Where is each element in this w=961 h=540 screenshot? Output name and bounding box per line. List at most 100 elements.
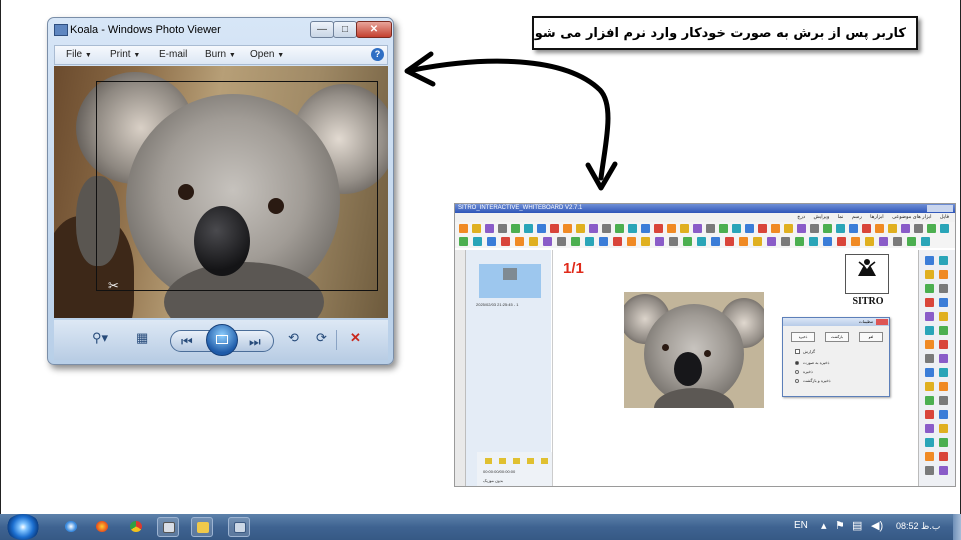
palette-tool-icon[interactable] bbox=[939, 396, 948, 405]
toolbar-tool-icon[interactable] bbox=[865, 237, 874, 246]
explorer-icon[interactable] bbox=[191, 517, 213, 537]
menu-item[interactable]: نما bbox=[838, 214, 844, 220]
option-radio[interactable] bbox=[795, 370, 799, 374]
palette-tool-icon[interactable] bbox=[939, 270, 948, 279]
menu-item[interactable]: ابزار های موضوعی bbox=[892, 214, 931, 220]
dialog-checkbox[interactable] bbox=[795, 349, 800, 354]
palette-tool-icon[interactable] bbox=[939, 284, 948, 293]
menu-item[interactable]: ویرایش bbox=[814, 214, 830, 220]
toolbar-tool-icon[interactable] bbox=[809, 237, 818, 246]
toolbar-tool-icon[interactable] bbox=[836, 224, 845, 233]
delete-icon[interactable]: ✕ bbox=[350, 330, 361, 346]
palette-tool-icon[interactable] bbox=[939, 382, 948, 391]
palette-tool-icon[interactable] bbox=[925, 396, 934, 405]
nav-next-icon[interactable] bbox=[527, 458, 534, 464]
flag-icon[interactable]: ⚑ bbox=[835, 519, 845, 532]
dialog-button[interactable]: بازگشت bbox=[825, 332, 849, 342]
palette-tool-icon[interactable] bbox=[925, 284, 934, 293]
toolbar-tool-icon[interactable] bbox=[697, 237, 706, 246]
palette-tool-icon[interactable] bbox=[925, 340, 934, 349]
toolbar-tool-icon[interactable] bbox=[602, 224, 611, 233]
maximize-button[interactable]: □ bbox=[333, 21, 357, 38]
toolbar-tool-icon[interactable] bbox=[797, 224, 806, 233]
toolbar-tool-icon[interactable] bbox=[615, 224, 624, 233]
menu-item[interactable]: رسم bbox=[852, 214, 862, 220]
toolbar-tool-icon[interactable] bbox=[498, 224, 507, 233]
nav-stop-icon[interactable] bbox=[513, 458, 520, 464]
palette-tool-icon[interactable] bbox=[925, 312, 934, 321]
palette-tool-icon[interactable] bbox=[925, 326, 934, 335]
previous-icon[interactable]: ⏮ bbox=[181, 334, 193, 350]
option-radio[interactable] bbox=[795, 361, 799, 365]
palette-tool-icon[interactable] bbox=[939, 326, 948, 335]
palette-tool-icon[interactable] bbox=[939, 368, 948, 377]
whiteboard-canvas[interactable]: 1/1 SITRO تنظیمات ذخیره بازگشت لغو گزارش… bbox=[552, 250, 919, 486]
toolbar-tool-icon[interactable] bbox=[745, 224, 754, 233]
start-button[interactable] bbox=[6, 514, 40, 540]
palette-tool-icon[interactable] bbox=[939, 256, 948, 265]
nav-first-icon[interactable] bbox=[485, 458, 492, 464]
toolbar-tool-icon[interactable] bbox=[810, 224, 819, 233]
toolbar-tool-icon[interactable] bbox=[459, 237, 468, 246]
palette-tool-icon[interactable] bbox=[925, 298, 934, 307]
toolbar-tool-icon[interactable] bbox=[511, 224, 520, 233]
chrome-icon[interactable] bbox=[125, 517, 147, 537]
menu-item[interactable]: درج bbox=[797, 214, 805, 220]
toolbar-tool-icon[interactable] bbox=[641, 224, 650, 233]
toolbar-tool-icon[interactable] bbox=[879, 237, 888, 246]
menu-print[interactable]: Print ▼ bbox=[110, 49, 140, 60]
toolbar-tool-icon[interactable] bbox=[485, 224, 494, 233]
palette-tool-icon[interactable] bbox=[925, 424, 934, 433]
palette-tool-icon[interactable] bbox=[939, 466, 948, 475]
toolbar-tool-icon[interactable] bbox=[589, 224, 598, 233]
window-buttons[interactable] bbox=[927, 205, 953, 212]
palette-tool-icon[interactable] bbox=[925, 270, 934, 279]
crop-selection[interactable] bbox=[96, 81, 378, 291]
toolbar-tool-icon[interactable] bbox=[585, 237, 594, 246]
toolbar-tool-icon[interactable] bbox=[781, 237, 790, 246]
toolbar-tool-icon[interactable] bbox=[487, 237, 496, 246]
menu-item[interactable]: فایل bbox=[940, 214, 949, 220]
dialog-button[interactable]: ذخیره bbox=[791, 332, 815, 342]
show-hidden-icons-icon[interactable]: ▴ bbox=[821, 519, 827, 532]
toolbar-tool-icon[interactable] bbox=[669, 237, 678, 246]
system-clock[interactable]: 08:52 ب.ظ bbox=[896, 521, 940, 532]
palette-tool-icon[interactable] bbox=[925, 382, 934, 391]
menu-file[interactable]: File ▼ bbox=[66, 49, 92, 60]
toolbar-tool-icon[interactable] bbox=[711, 237, 720, 246]
toolbar-tool-icon[interactable] bbox=[784, 224, 793, 233]
page-thumbnail[interactable] bbox=[479, 264, 541, 298]
option-radio[interactable] bbox=[795, 379, 799, 383]
volume-icon[interactable]: ◀) bbox=[871, 519, 883, 532]
palette-tool-icon[interactable] bbox=[939, 298, 948, 307]
toolbar-tool-icon[interactable] bbox=[529, 237, 538, 246]
close-button[interactable]: ✕ bbox=[356, 21, 392, 38]
palette-tool-icon[interactable] bbox=[925, 256, 934, 265]
toolbar-tool-icon[interactable] bbox=[725, 237, 734, 246]
toolbar-tool-icon[interactable] bbox=[472, 224, 481, 233]
toolbar-tool-icon[interactable] bbox=[940, 224, 949, 233]
show-desktop-button[interactable] bbox=[953, 514, 961, 540]
toolbar-tool-icon[interactable] bbox=[719, 224, 728, 233]
windows-media-player-icon[interactable] bbox=[60, 517, 82, 537]
palette-tool-icon[interactable] bbox=[925, 466, 934, 475]
toolbar-tool-icon[interactable] bbox=[907, 237, 916, 246]
toolbar-tool-icon[interactable] bbox=[599, 237, 608, 246]
palette-tool-icon[interactable] bbox=[939, 312, 948, 321]
toolbar-tool-icon[interactable] bbox=[758, 224, 767, 233]
toolbar-tool-icon[interactable] bbox=[563, 224, 572, 233]
toolbar-tool-icon[interactable] bbox=[795, 237, 804, 246]
palette-tool-icon[interactable] bbox=[925, 368, 934, 377]
palette-tool-icon[interactable] bbox=[925, 354, 934, 363]
toolbar-tool-icon[interactable] bbox=[849, 224, 858, 233]
toolbar-tool-icon[interactable] bbox=[627, 237, 636, 246]
rotate-left-icon[interactable]: ⟲ bbox=[288, 330, 299, 346]
palette-tool-icon[interactable] bbox=[925, 410, 934, 419]
toolbar-tool-icon[interactable] bbox=[732, 224, 741, 233]
dialog-button[interactable]: لغو bbox=[859, 332, 883, 342]
palette-tool-icon[interactable] bbox=[939, 340, 948, 349]
toolbar-tool-icon[interactable] bbox=[571, 237, 580, 246]
toolbar-tool-icon[interactable] bbox=[655, 237, 664, 246]
inserted-koala-image[interactable] bbox=[624, 292, 764, 408]
toolbar-tool-icon[interactable] bbox=[893, 237, 902, 246]
